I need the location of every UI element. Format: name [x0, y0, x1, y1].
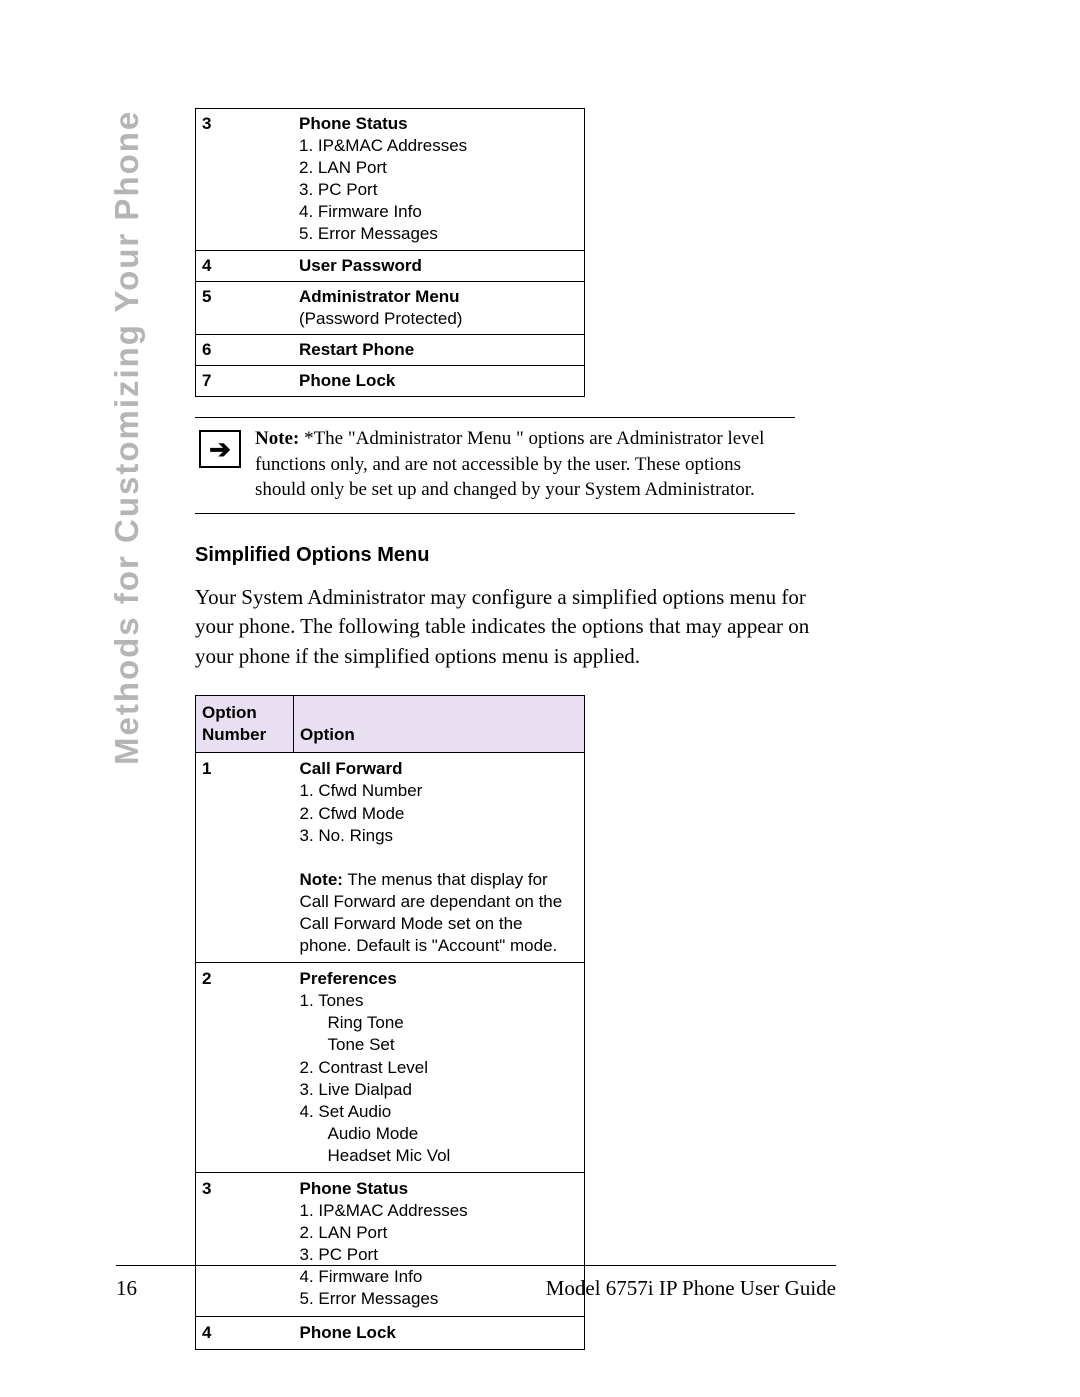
- table-row: 6 Restart Phone: [196, 334, 585, 365]
- option-subline: Headset Mic Vol: [300, 1145, 579, 1167]
- option-number: 2: [196, 963, 294, 1173]
- option-line: (Password Protected): [299, 309, 462, 328]
- body-paragraph: Your System Administrator may configure …: [195, 583, 835, 671]
- side-section-title: Methods for Customizing Your Phone: [108, 125, 188, 765]
- option-title: Phone Lock: [299, 371, 395, 390]
- option-subline: Audio Mode: [300, 1123, 579, 1145]
- option-line: 1. IP&MAC Addresses: [300, 1201, 468, 1220]
- option-cell: Preferences 1. Tones Ring Tone Tone Set …: [294, 963, 585, 1173]
- option-cell: Phone Lock: [294, 1316, 585, 1349]
- option-line: 3. No. Rings: [300, 826, 394, 845]
- option-title: Phone Status: [300, 1179, 409, 1198]
- option-title: Phone Status: [299, 114, 408, 133]
- table-row: 4 User Password: [196, 250, 585, 281]
- column-header: Option: [294, 696, 585, 753]
- arrow-right-icon: ➔: [199, 430, 241, 468]
- option-cell: User Password: [293, 250, 585, 281]
- column-header: Option Number: [196, 696, 294, 753]
- option-cell: Phone Lock: [293, 365, 585, 396]
- table-row: 1 Call Forward 1. Cfwd Number 2. Cfwd Mo…: [196, 753, 585, 963]
- simplified-options-table: Option Number Option 1 Call Forward 1. C…: [195, 695, 585, 1350]
- table-row: 7 Phone Lock: [196, 365, 585, 396]
- option-line: 1. Cfwd Number: [300, 781, 423, 800]
- option-cell: Administrator Menu (Password Protected): [293, 281, 585, 334]
- option-number: 7: [196, 365, 294, 396]
- table-row: 5 Administrator Menu (Password Protected…: [196, 281, 585, 334]
- option-title: Preferences: [300, 969, 397, 988]
- option-title: User Password: [299, 256, 422, 275]
- option-line: 3. PC Port: [300, 1245, 378, 1264]
- option-title: Administrator Menu: [299, 287, 460, 306]
- option-line: 3. PC Port: [299, 180, 377, 199]
- option-line: 2. Contrast Level: [300, 1058, 429, 1077]
- option-line: 5. Error Messages: [299, 224, 438, 243]
- table-row: 4 Phone Lock: [196, 1316, 585, 1349]
- table-header-row: Option Number Option: [196, 696, 585, 753]
- option-line: 4. Firmware Info: [299, 202, 422, 221]
- option-title: Phone Lock: [300, 1323, 396, 1342]
- option-number: 3: [196, 109, 294, 251]
- option-line: 2. Cfwd Mode: [300, 804, 405, 823]
- option-line: 3. Live Dialpad: [300, 1080, 412, 1099]
- note-block: ➔ Note: *The "Administrator Menu " optio…: [195, 417, 795, 514]
- page-number: 16: [116, 1276, 137, 1301]
- option-line: 2. LAN Port: [299, 158, 387, 177]
- option-line: 1. Tones: [300, 991, 364, 1010]
- option-subline: Ring Tone: [300, 1012, 579, 1034]
- option-title: Restart Phone: [299, 340, 414, 359]
- note-label: Note:: [255, 428, 304, 449]
- option-note: Note: The menus that display for Call Fo…: [300, 870, 563, 955]
- option-number: 6: [196, 334, 294, 365]
- document-title: Model 6757i IP Phone User Guide: [546, 1276, 836, 1301]
- document-page: Methods for Customizing Your Phone 3 Pho…: [0, 0, 1080, 1397]
- option-number: 1: [196, 753, 294, 963]
- option-cell: Call Forward 1. Cfwd Number 2. Cfwd Mode…: [294, 753, 585, 963]
- option-cell: Phone Status 1. IP&MAC Addresses 2. LAN …: [293, 109, 585, 251]
- option-line: 2. LAN Port: [300, 1223, 388, 1242]
- option-number: 5: [196, 281, 294, 334]
- option-title: Call Forward: [300, 759, 403, 778]
- table-row: 3 Phone Status 1. IP&MAC Addresses 2. LA…: [196, 109, 585, 251]
- note-body: *The "Administrator Menu " options are A…: [255, 428, 764, 500]
- subsection-heading: Simplified Options Menu: [195, 544, 840, 567]
- table-row: 2 Preferences 1. Tones Ring Tone Tone Se…: [196, 963, 585, 1173]
- option-number: 4: [196, 250, 294, 281]
- options-menu-table: 3 Phone Status 1. IP&MAC Addresses 2. LA…: [195, 108, 585, 397]
- option-line: 1. IP&MAC Addresses: [299, 136, 467, 155]
- option-cell: Restart Phone: [293, 334, 585, 365]
- option-number: 4: [196, 1316, 294, 1349]
- main-content: 3 Phone Status 1. IP&MAC Addresses 2. LA…: [195, 108, 840, 1350]
- note-text: Note: *The "Administrator Menu " options…: [255, 426, 795, 503]
- option-subline: Tone Set: [300, 1034, 579, 1056]
- option-line: 4. Set Audio: [300, 1102, 392, 1121]
- page-footer: 16 Model 6757i IP Phone User Guide: [116, 1265, 836, 1301]
